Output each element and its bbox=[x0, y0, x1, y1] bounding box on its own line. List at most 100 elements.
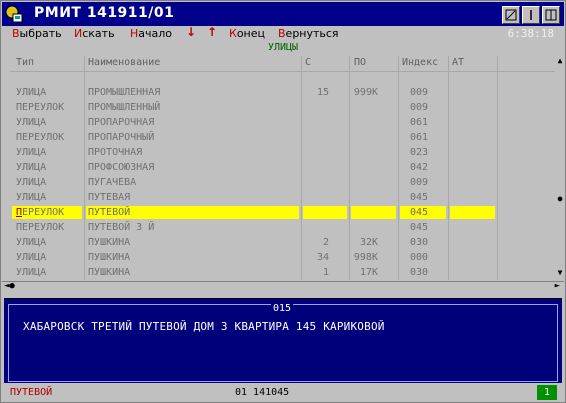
clock: 6:38:18 bbox=[507, 27, 554, 40]
selection-highlight bbox=[351, 206, 396, 219]
cell-index: 009 bbox=[410, 87, 429, 98]
panel-frame: 015 ХАБАРОВСК ТРЕТИЙ ПУТЕВОЙ ДОМ 3 КВАРТ… bbox=[8, 303, 558, 382]
menu-bar: Выбрать Искать Начало ↓ ↑ Конец Вернутьс… bbox=[2, 25, 564, 42]
table-row[interactable]: ПЕРЕУЛОК ПУТЕВОЙ 3 Й 045 bbox=[10, 220, 555, 235]
table-row[interactable]: УЛИЦА ПРОПАРОЧНАЯ 061 bbox=[10, 115, 555, 130]
cell-type: УЛИЦА bbox=[16, 162, 47, 173]
resize-icon bbox=[505, 9, 517, 21]
window-title: РМИТ 141911/01 bbox=[34, 5, 175, 21]
table-row[interactable]: УЛИЦА ПУТЕВАЯ 045 bbox=[10, 190, 555, 205]
cell-index: 009 bbox=[410, 177, 429, 188]
header-name[interactable]: Наименование bbox=[88, 57, 160, 68]
cell-name: ПУТЕВОЙ bbox=[88, 207, 131, 218]
table-row[interactable]: ПЕРЕУЛОК ПРОМЫШЛЕННЫЙ 009 bbox=[10, 100, 555, 115]
header-at[interactable]: АТ bbox=[452, 57, 464, 68]
cell-type: УЛИЦА bbox=[16, 147, 47, 158]
status-bar: ПУТЕВОЙ 01 141045 1 bbox=[2, 385, 564, 401]
cell-index: 009 bbox=[410, 102, 429, 113]
minimize-button[interactable] bbox=[522, 6, 540, 24]
cell-name: ПРОПАРОЧНЫЙ bbox=[88, 132, 155, 143]
scroll-up-icon[interactable]: ▲ bbox=[555, 56, 565, 65]
table-row-selected[interactable]: ПЕРЕУЛОК ПУТЕВОЙ 045 bbox=[10, 205, 555, 220]
table-row[interactable]: УЛИЦА ПРОФСОЮЗНАЯ 042 bbox=[10, 160, 555, 175]
selection-highlight bbox=[303, 206, 347, 219]
scroll-thumb-icon[interactable]: ● bbox=[555, 194, 565, 203]
vertical-scrollbar[interactable]: ▲ ● ▼ bbox=[555, 56, 565, 280]
cell-name: ПРОТОЧНАЯ bbox=[88, 147, 143, 158]
menu-search[interactable]: Искать bbox=[74, 27, 115, 40]
header-divider bbox=[10, 71, 555, 72]
status-code: 01 141045 bbox=[235, 387, 290, 398]
cell-name: ПУГАЧЕВА bbox=[88, 177, 137, 188]
header-index[interactable]: Индекс bbox=[402, 57, 438, 68]
scroll-down-icon[interactable]: ▼ bbox=[555, 268, 565, 277]
cell-name: ПУТЕВАЯ bbox=[88, 192, 131, 203]
table-row[interactable]: УЛИЦА ПРОМЫШЛЕННАЯ 15 999К 009 bbox=[10, 85, 555, 100]
cell-type: УЛИЦА bbox=[16, 237, 47, 248]
cell-index: 030 bbox=[410, 267, 429, 278]
cell-index: 023 bbox=[410, 147, 429, 158]
cell-from: 1 bbox=[322, 267, 329, 278]
table-row[interactable]: УЛИЦА ПУШКИНА 34 998К 000 bbox=[10, 250, 555, 265]
header-type[interactable]: Тип bbox=[16, 57, 34, 68]
cell-type: ПЕРЕУЛОК bbox=[16, 207, 65, 218]
menu-select[interactable]: Выбрать bbox=[12, 27, 62, 40]
status-current-street: ПУТЕВОЙ bbox=[10, 387, 53, 398]
scroll-right-icon[interactable]: ► bbox=[555, 281, 560, 291]
table-row[interactable]: УЛИЦА ПУШКИНА 2 32К 030 bbox=[10, 235, 555, 250]
table-row[interactable]: ПЕРЕУЛОК ПРОПАРОЧНЫЙ 061 bbox=[10, 130, 555, 145]
menu-back[interactable]: Вернуться bbox=[278, 27, 339, 40]
cell-name: ПРОПАРОЧНАЯ bbox=[88, 117, 155, 128]
maximize-button[interactable] bbox=[542, 6, 560, 24]
cell-name: ПУШКИНА bbox=[88, 267, 131, 278]
cell-name: ПУШКИНА bbox=[88, 237, 131, 248]
cell-index: 061 bbox=[410, 117, 429, 128]
cell-index: 030 bbox=[410, 237, 429, 248]
streets-table[interactable]: Тип Наименование С ПО Индекс АТ УЛИЦА ПРО… bbox=[10, 56, 555, 280]
status-badge: 1 bbox=[537, 385, 557, 400]
cell-from: 34 bbox=[316, 252, 329, 263]
cell-type: УЛИЦА bbox=[16, 192, 47, 203]
cell-type: ПЕРЕУЛОК bbox=[16, 132, 65, 143]
app-window: РМИТ 141911/01 Выбрать Искать Начало ↓ ↑… bbox=[0, 0, 566, 403]
cell-to: 998К bbox=[353, 252, 378, 263]
scroll-left-icon[interactable]: ◄● bbox=[4, 281, 15, 291]
table-row[interactable]: УЛИЦА ПУШКИНА 1 17К 030 bbox=[10, 265, 555, 280]
menu-up-arrow-icon[interactable]: ↑ bbox=[207, 25, 217, 39]
panel-number: 015 bbox=[271, 303, 294, 314]
table-caption: УЛИЦЫ bbox=[267, 42, 299, 53]
table-row[interactable]: УЛИЦА ПУГАЧЕВА 009 bbox=[10, 175, 555, 190]
minimize-icon bbox=[530, 10, 532, 20]
cell-index: 061 bbox=[410, 132, 429, 143]
cell-type: УЛИЦА bbox=[16, 252, 47, 263]
header-from[interactable]: С bbox=[305, 57, 311, 68]
resize-button[interactable] bbox=[502, 6, 520, 24]
menu-start[interactable]: Начало bbox=[130, 27, 172, 40]
cell-index: 045 bbox=[410, 192, 429, 203]
title-bar[interactable]: РМИТ 141911/01 bbox=[2, 2, 564, 26]
cell-to: 32К bbox=[359, 237, 378, 248]
header-to[interactable]: ПО bbox=[354, 57, 366, 68]
menu-down-arrow-icon[interactable]: ↓ bbox=[186, 25, 196, 39]
cell-to: 17К bbox=[359, 267, 378, 278]
selection-highlight bbox=[450, 206, 495, 219]
cell-name: ПРОМЫШЛЕННЫЙ bbox=[88, 102, 161, 113]
cell-name: ПРОМЫШЛЕННАЯ bbox=[88, 87, 161, 98]
cell-type: УЛИЦА bbox=[16, 177, 47, 188]
cell-type: УЛИЦА bbox=[16, 117, 47, 128]
cell-index: 045 bbox=[410, 222, 429, 233]
maximize-icon bbox=[545, 9, 557, 21]
cell-to: 999К bbox=[353, 87, 378, 98]
cell-name: ПРОФСОЮЗНАЯ bbox=[88, 162, 155, 173]
cell-name: ПУШКИНА bbox=[88, 252, 131, 263]
address-panel: 015 ХАБАРОВСК ТРЕТИЙ ПУТЕВОЙ ДОМ 3 КВАРТ… bbox=[4, 298, 562, 383]
cell-type: ПЕРЕУЛОК bbox=[16, 222, 65, 233]
cell-from: 15 bbox=[316, 87, 329, 98]
cell-index: 045 bbox=[410, 207, 429, 218]
table-row[interactable]: УЛИЦА ПРОТОЧНАЯ 023 bbox=[10, 145, 555, 160]
menu-end[interactable]: Конец bbox=[229, 27, 265, 40]
app-logo-icon bbox=[5, 5, 23, 23]
horizontal-scrollbar[interactable]: ◄● ► bbox=[2, 281, 564, 295]
cell-index: 042 bbox=[410, 162, 429, 173]
cell-name: ПУТЕВОЙ 3 Й bbox=[88, 222, 155, 233]
